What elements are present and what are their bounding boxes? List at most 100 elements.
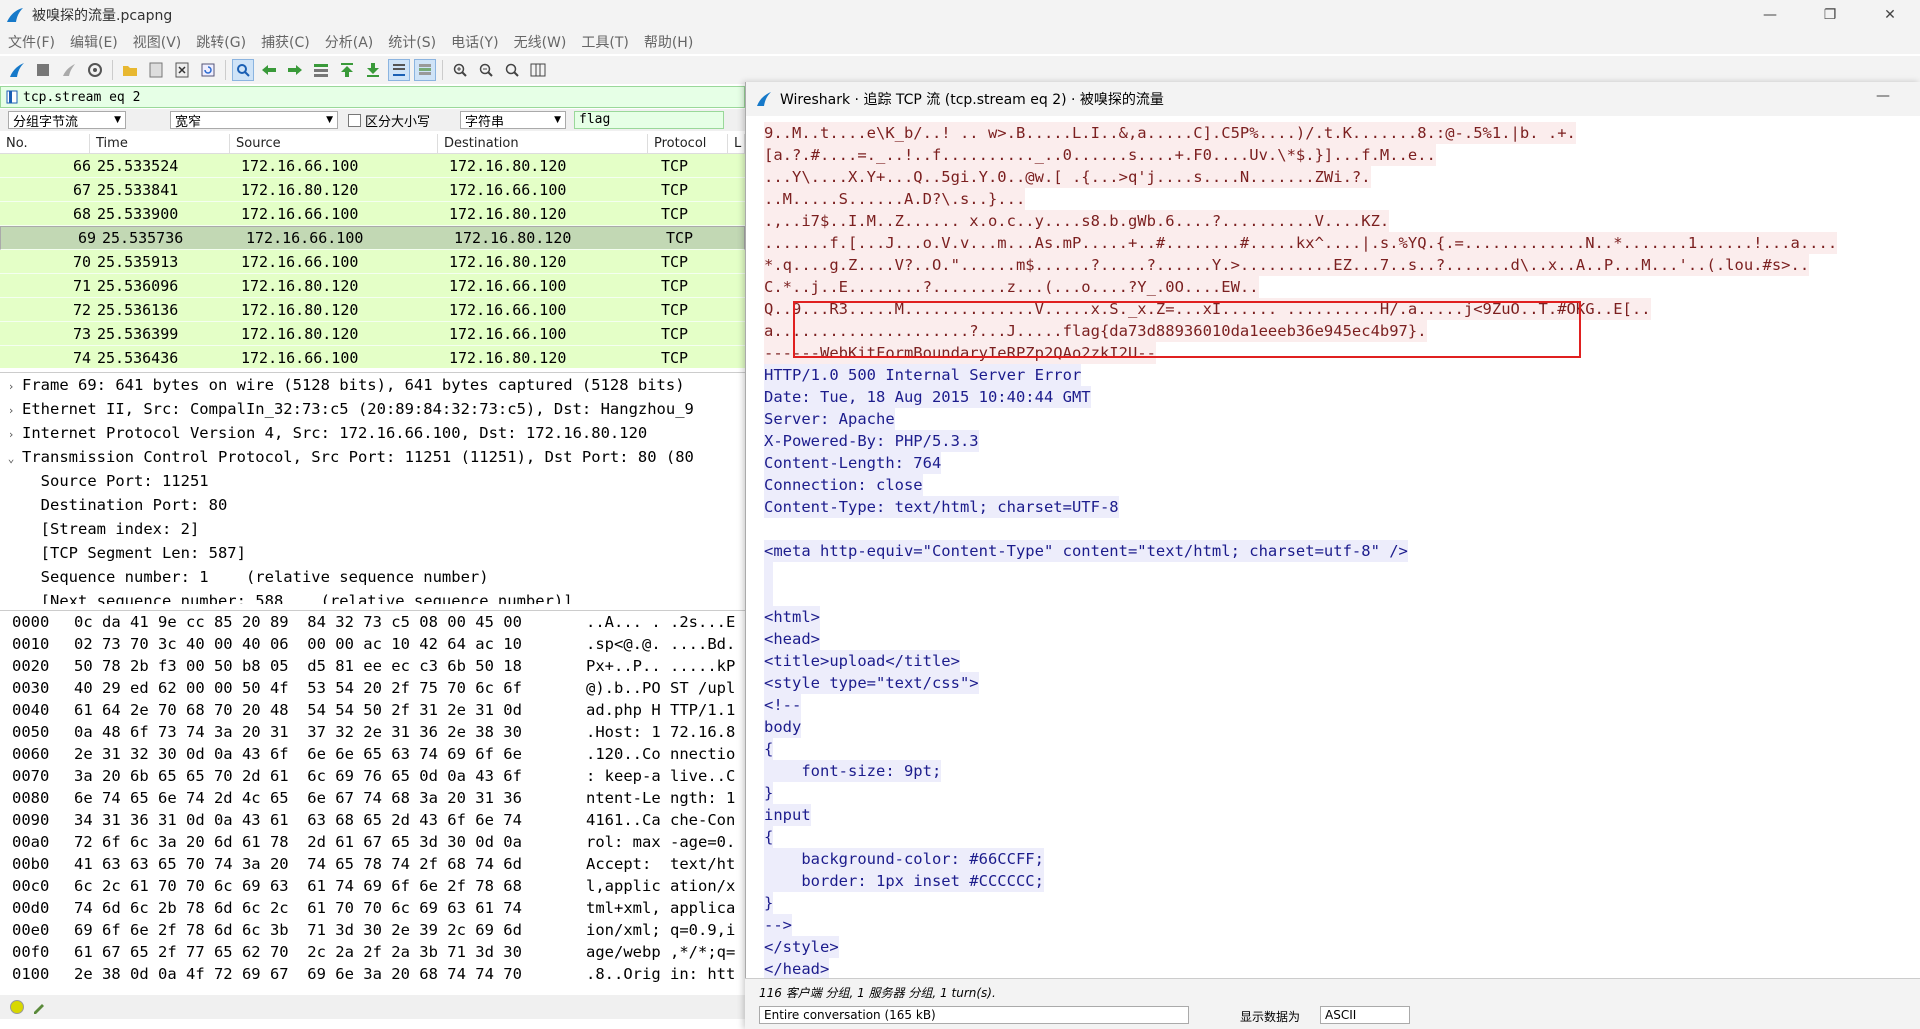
conversation-select[interactable]: Entire conversation (165 kB) xyxy=(759,1006,1189,1024)
resize-columns-icon[interactable] xyxy=(527,59,549,81)
detail-row[interactable]: › Ethernet II, Src: CompalIn_32:73:c5 (20… xyxy=(0,397,745,421)
byte-hex[interactable]: 72 6f 6c 3a 20 6d 61 78 2d 61 67 65 3d 3… xyxy=(68,831,580,853)
menu-edit[interactable]: 编辑(E) xyxy=(70,32,118,52)
go-last-icon[interactable] xyxy=(362,59,384,81)
search-scope-select[interactable]: 分组字节流 ▼ xyxy=(8,111,126,130)
bytes-row[interactable]: 00f0 61 67 65 2f 77 65 62 70 2c 2a 2f 2a … xyxy=(0,941,745,963)
byte-hex[interactable]: 2e 38 0d 0a 4f 72 69 67 69 6e 3a 20 68 7… xyxy=(68,963,580,985)
auto-scroll-icon[interactable] xyxy=(388,59,410,81)
detail-row[interactable]: Sequence number: 1 (relative sequence nu… xyxy=(0,565,745,589)
normal-size-icon[interactable] xyxy=(501,59,523,81)
display-filter-bar[interactable]: tcp.stream eq 2 xyxy=(0,86,745,108)
byte-ascii[interactable]: .Host: 1 72.16.8 xyxy=(580,721,740,743)
detail-row[interactable]: [Next sequence number: 588 (relative seq… xyxy=(0,589,745,604)
maximize-button[interactable]: ❐ xyxy=(1800,0,1860,30)
menu-statistics[interactable]: 统计(S) xyxy=(388,32,436,52)
byte-hex[interactable]: 50 78 2b f3 00 50 b8 05 d5 81 ee ec c3 6… xyxy=(68,655,580,677)
bytes-row[interactable]: 00a0 72 6f 6c 3a 20 6d 61 78 2d 61 67 65 … xyxy=(0,831,745,853)
byte-hex[interactable]: 2e 31 32 30 0d 0a 43 6f 6e 6e 65 63 74 6… xyxy=(68,743,580,765)
go-first-icon[interactable] xyxy=(336,59,358,81)
packet-row[interactable]: 67 25.533841 172.16.80.120 172.16.66.100 TCP xyxy=(0,178,745,202)
byte-ascii[interactable]: age/webp ,*/*;q= xyxy=(580,941,740,963)
bytes-row[interactable]: 00c0 6c 2c 61 70 70 6c 69 63 61 74 69 6f … xyxy=(0,875,745,897)
stream-content[interactable]: 9..M..t....e\K_b/..! .. w>.B.....L.I..&,… xyxy=(764,122,1914,1029)
packet-row[interactable]: 71 25.536096 172.16.80.120 172.16.66.100 TCP xyxy=(0,274,745,298)
menu-wireless[interactable]: 无线(W) xyxy=(514,32,567,52)
bytes-row[interactable]: 00b0 41 63 63 65 70 74 3a 20 74 65 78 74 … xyxy=(0,853,745,875)
byte-hex[interactable]: 6c 2c 61 70 70 6c 69 63 61 74 69 6f 6e 2… xyxy=(68,875,580,897)
column-header-destination[interactable]: Destination xyxy=(438,134,648,153)
bytes-row[interactable]: 00e0 69 6f 6e 2f 78 6d 6c 3b 71 3d 30 2e … xyxy=(0,919,745,941)
detail-row[interactable]: Source Port: 11251 xyxy=(0,469,745,493)
expert-info-icon[interactable] xyxy=(10,1000,24,1014)
search-input[interactable]: flag xyxy=(574,111,725,129)
column-header-time[interactable]: Time xyxy=(90,134,230,153)
menu-telephony[interactable]: 电话(Y) xyxy=(451,32,498,52)
byte-ascii[interactable]: ..A... . .2s...E xyxy=(580,611,740,633)
byte-ascii[interactable]: ad.php H TTP/1.1 xyxy=(580,699,740,721)
bytes-row[interactable]: 0100 2e 38 0d 0a 4f 72 69 67 69 6e 3a 20 … xyxy=(0,963,745,985)
packet-row[interactable]: 66 25.533524 172.16.66.100 172.16.80.120 TCP xyxy=(0,154,745,178)
byte-hex[interactable]: 0a 48 6f 73 74 3a 20 31 37 32 2e 31 36 2… xyxy=(68,721,580,743)
expand-arrow-icon[interactable]: › xyxy=(0,375,22,399)
byte-ascii[interactable]: ntent-Le ngth: 1 xyxy=(580,787,740,809)
detail-row[interactable]: Destination Port: 80 xyxy=(0,493,745,517)
byte-ascii[interactable]: Px+..P.. .....kP xyxy=(580,655,740,677)
byte-ascii[interactable]: Accept: text/ht xyxy=(580,853,740,875)
tcp-window-minimize-button[interactable]: — xyxy=(1876,88,1890,104)
detail-row[interactable]: › Internet Protocol Version 4, Src: 172.1… xyxy=(0,421,745,445)
packet-row[interactable]: 70 25.535913 172.16.66.100 172.16.80.120 TCP xyxy=(0,250,745,274)
packet-row[interactable]: 72 25.536136 172.16.80.120 172.16.66.100 TCP xyxy=(0,298,745,322)
save-file-icon[interactable] xyxy=(145,59,167,81)
bytes-row[interactable]: 0030 40 29 ed 62 00 00 50 4f 53 54 20 2f … xyxy=(0,677,745,699)
byte-ascii[interactable]: .120..Co nnectio xyxy=(580,743,740,765)
byte-hex[interactable]: 0c da 41 9e cc 85 20 89 84 32 73 c5 08 0… xyxy=(68,611,580,633)
minimize-button[interactable]: — xyxy=(1740,0,1800,30)
close-file-icon[interactable] xyxy=(171,59,193,81)
byte-ascii[interactable]: .sp<@.@. ....Bd. xyxy=(580,633,740,655)
zoom-in-icon[interactable] xyxy=(449,59,471,81)
bytes-row[interactable]: 0090 34 31 36 31 0d 0a 43 61 63 68 65 2d … xyxy=(0,809,745,831)
go-to-packet-icon[interactable] xyxy=(310,59,332,81)
column-header-length[interactable]: L xyxy=(728,134,745,153)
bytes-row[interactable]: 0080 6e 74 65 6e 74 2d 4c 65 6e 67 74 68 … xyxy=(0,787,745,809)
show-data-as-select[interactable]: ASCII xyxy=(1320,1006,1410,1024)
restart-capture-icon[interactable] xyxy=(58,59,80,81)
go-back-icon[interactable] xyxy=(258,59,280,81)
packet-row[interactable]: 73 25.536399 172.16.80.120 172.16.66.100 TCP xyxy=(0,322,745,346)
byte-hex[interactable]: 61 64 2e 70 68 70 20 48 54 54 50 2f 31 2… xyxy=(68,699,580,721)
byte-hex[interactable]: 61 67 65 2f 77 65 62 70 2c 2a 2f 2a 3b 7… xyxy=(68,941,580,963)
colorize-icon[interactable] xyxy=(414,59,436,81)
bytes-row[interactable]: 0040 61 64 2e 70 68 70 20 48 54 54 50 2f … xyxy=(0,699,745,721)
bytes-row[interactable]: 0070 3a 20 6b 65 65 70 2d 61 6c 69 76 65 … xyxy=(0,765,745,787)
packet-row[interactable]: 69 25.535736 172.16.66.100 172.16.80.120 TCP xyxy=(0,226,745,250)
detail-row[interactable]: [Stream index: 2] xyxy=(0,517,745,541)
menu-analyze[interactable]: 分析(A) xyxy=(325,32,374,52)
stop-capture-icon[interactable] xyxy=(32,59,54,81)
case-sensitive-checkbox[interactable] xyxy=(348,113,361,127)
byte-hex[interactable]: 69 6f 6e 2f 78 6d 6c 3b 71 3d 30 2e 39 2… xyxy=(68,919,580,941)
menu-capture[interactable]: 捕获(C) xyxy=(261,32,310,52)
display-filter-input[interactable]: tcp.stream eq 2 xyxy=(23,90,140,105)
column-header-no[interactable]: No. xyxy=(0,134,90,153)
char-width-select[interactable]: 宽窄 ▼ xyxy=(170,111,338,130)
menu-view[interactable]: 视图(V) xyxy=(133,32,182,52)
reload-file-icon[interactable] xyxy=(197,59,219,81)
open-file-icon[interactable] xyxy=(119,59,141,81)
detail-row[interactable]: ⌄ Transmission Control Protocol, Src Port… xyxy=(0,445,745,469)
byte-hex[interactable]: 3a 20 6b 65 65 70 2d 61 6c 69 76 65 0d 0… xyxy=(68,765,580,787)
menu-file[interactable]: 文件(F) xyxy=(8,32,55,52)
zoom-out-icon[interactable] xyxy=(475,59,497,81)
byte-ascii[interactable]: tml+xml, applica xyxy=(580,897,740,919)
menu-tools[interactable]: 工具(T) xyxy=(581,32,628,52)
detail-row[interactable]: › Frame 69: 641 bytes on wire (5128 bits)… xyxy=(0,373,745,397)
start-capture-icon[interactable] xyxy=(6,59,28,81)
bytes-row[interactable]: 0050 0a 48 6f 73 74 3a 20 31 37 32 2e 31 … xyxy=(0,721,745,743)
find-packet-icon[interactable] xyxy=(232,59,254,81)
byte-hex[interactable]: 40 29 ed 62 00 00 50 4f 53 54 20 2f 75 7… xyxy=(68,677,580,699)
byte-ascii[interactable]: 4161..Ca che-Con xyxy=(580,809,740,831)
menu-help[interactable]: 帮助(H) xyxy=(644,32,693,52)
byte-ascii[interactable]: .8..Orig in: htt xyxy=(580,963,740,985)
expand-arrow-icon[interactable]: ⌄ xyxy=(0,447,22,471)
byte-ascii[interactable]: : keep-a live..C xyxy=(580,765,740,787)
